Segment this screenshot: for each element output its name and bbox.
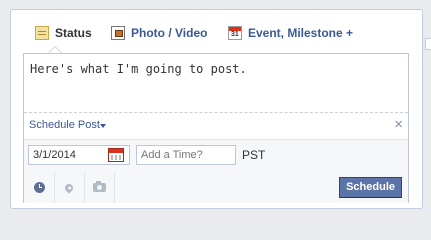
post-composer: Status Photo / Video Event, Milestone + …	[10, 9, 423, 209]
location-tool[interactable]	[54, 172, 85, 203]
timezone-label: PST	[242, 148, 266, 162]
schedule-button[interactable]: Schedule	[339, 177, 402, 198]
composer-tabs: Status Photo / Video Event, Milestone +	[11, 10, 422, 54]
date-picker-icon[interactable]	[108, 148, 124, 162]
post-textarea[interactable]: Here's what I'm going to post.	[30, 62, 247, 76]
schedule-post-row: Schedule Post ×	[24, 114, 408, 138]
composer-footer: Schedule	[24, 172, 408, 203]
page-edge-fragment	[425, 38, 431, 50]
tab-photo-video-label: Photo / Video	[131, 26, 208, 40]
camera-icon	[92, 181, 106, 192]
tab-status[interactable]: Status	[35, 24, 92, 42]
schedule-tool[interactable]	[24, 172, 55, 203]
tab-photo-video[interactable]: Photo / Video	[111, 24, 207, 42]
location-pin-icon	[63, 181, 75, 194]
close-icon[interactable]: ×	[394, 116, 403, 134]
calendar-icon	[228, 26, 242, 40]
chevron-down-icon[interactable]	[100, 124, 106, 128]
composer-body: Here's what I'm going to post. Schedule …	[23, 53, 409, 203]
tab-event-label: Event, Milestone +	[248, 26, 354, 40]
status-icon	[35, 26, 49, 40]
clock-icon	[33, 182, 45, 193]
tab-status-label: Status	[55, 26, 92, 40]
tab-event-milestone[interactable]: Event, Milestone +	[228, 24, 353, 42]
schedule-date-row: 3/1/2014 PST	[24, 139, 408, 173]
divider	[24, 112, 408, 113]
schedule-post-link[interactable]: Schedule Post	[29, 119, 100, 131]
photo-video-icon	[111, 26, 125, 40]
photo-tool[interactable]	[84, 172, 115, 203]
time-field[interactable]	[136, 145, 236, 165]
